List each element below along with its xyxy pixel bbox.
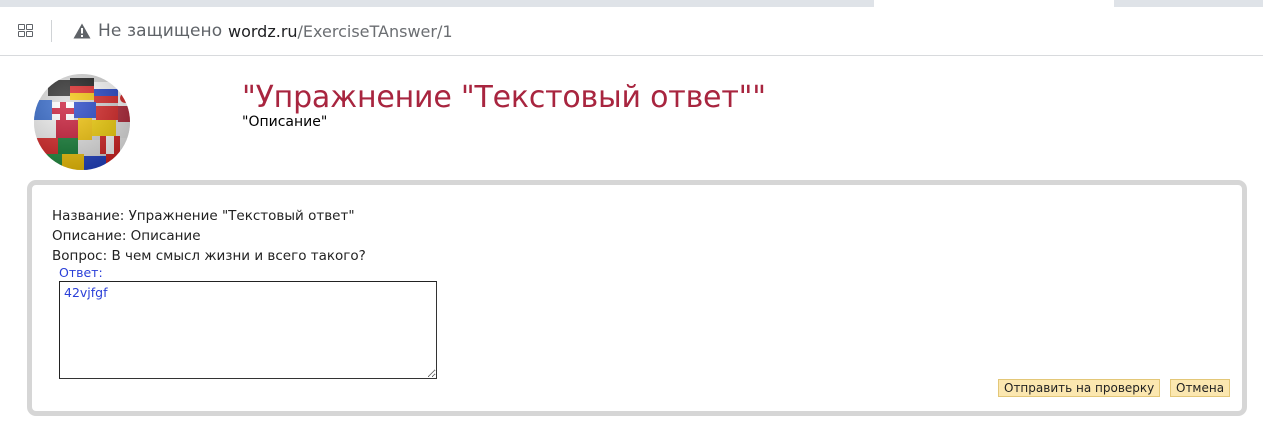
warning-icon[interactable]: [73, 23, 91, 39]
submit-for-review-button[interactable]: Отправить на проверку: [998, 379, 1161, 397]
cancel-button[interactable]: Отмена: [1170, 379, 1231, 397]
active-tab[interactable]: [874, 0, 1114, 7]
url-domain: wordz.ru: [228, 22, 298, 41]
answer-textarea[interactable]: 42vjfgf: [59, 281, 437, 379]
exercise-description: Описание: Описание: [52, 228, 201, 244]
toolbar-divider: [51, 20, 52, 42]
url-path: /ExerciseTAnswer/1: [297, 22, 453, 41]
flags-globe-logo: [34, 74, 130, 170]
exercise-panel: Название: Упражнение "Текстовый ответ" О…: [27, 180, 1247, 416]
apps-icon[interactable]: [18, 24, 34, 38]
exercise-info: Название: Упражнение "Текстовый ответ" О…: [52, 206, 366, 266]
page-subtitle: "Описание": [242, 114, 328, 130]
page-title: "Упражнение "Текстовый ответ"": [242, 80, 766, 115]
address-bar: Не защищено wordz.ru/ExerciseTAnswer/1: [0, 7, 1263, 56]
exercise-question: Вопрос: В чем смысл жизни и всего такого…: [52, 248, 366, 264]
security-status-label[interactable]: Не защищено: [98, 21, 222, 41]
exercise-name: Название: Упражнение "Текстовый ответ": [52, 208, 355, 224]
url-field[interactable]: wordz.ru/ExerciseTAnswer/1: [228, 22, 453, 41]
tab-strip: [0, 0, 1263, 7]
answer-label: Ответ:: [59, 265, 103, 280]
